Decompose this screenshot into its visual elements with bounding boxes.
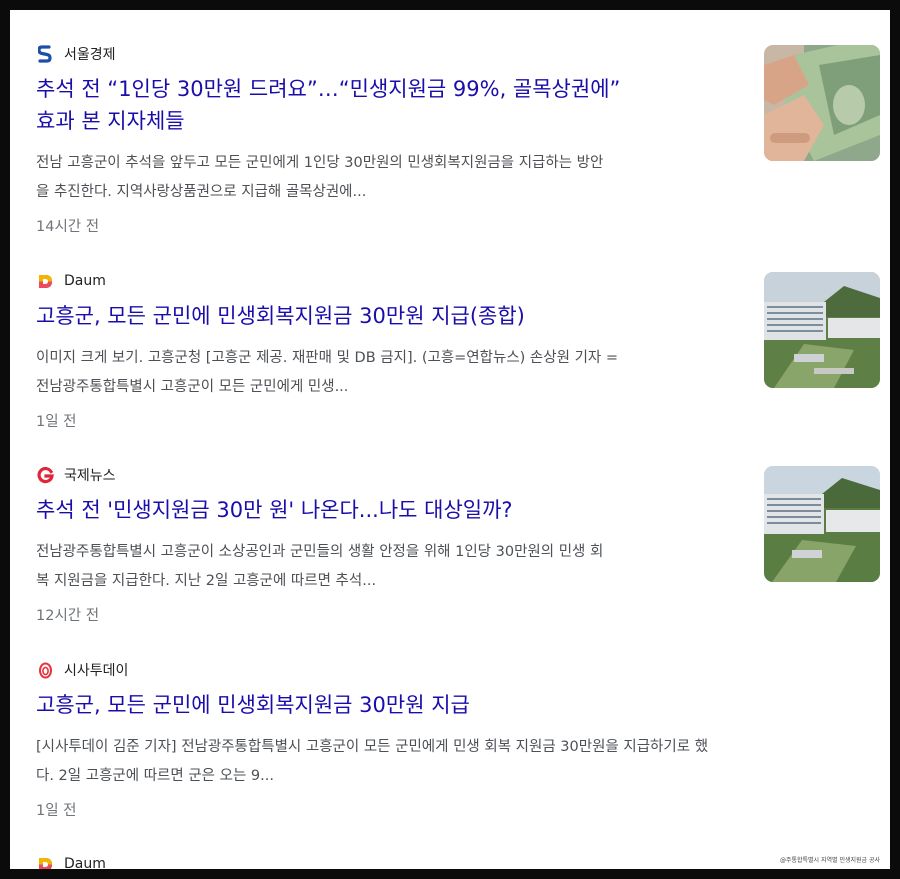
article-title-link[interactable]: 추석 전 “1인당 30만원 드려요”…“민생지원금 99%, 골목상권에” 효… [36, 73, 856, 137]
news-source[interactable]: Daum [36, 270, 856, 292]
snippet-line: [시사투데이 김준 기자] 전남광주통합특별시 고흥군이 모든 군민에게 민생 … [36, 739, 709, 755]
snippet-line: 전남광주통합특별시 고흥군이 소상공인과 군민들의 생활 안정을 위해 1인당 … [36, 544, 604, 560]
article-title-link[interactable]: 고흥군, 모든 군민에 민생회복지원금 30만원 지급 [36, 689, 856, 721]
article-title-line: 고흥군, 모든 군민에 민생회복지원금 30만원 지급 [36, 693, 470, 717]
news-article: 시사투데이 고흥군, 모든 군민에 민생회복지원금 30만원 지급 [시사투데이… [36, 659, 856, 820]
article-title-line: 고흥군, 모든 군민에 민생회복지원금 30만원 지급(종합) [36, 304, 525, 328]
news-article: Daum 고흥군, 모든 군민에 민생회복지원금 30만원 지급(종합) 이미지… [36, 270, 856, 431]
article-snippet: [시사투데이 김준 기자] 전남광주통합특별시 고흥군이 모든 군민에게 민생 … [36, 733, 856, 791]
source-name: 서울경제 [64, 47, 116, 63]
news-article: 국제뉴스 추석 전 '민생지원금 30만 원' 나온다...나도 대상일까? 전… [36, 464, 856, 625]
article-timestamp: 1일 전 [36, 414, 77, 430]
news-results-panel: 서울경제 추석 전 “1인당 30만원 드려요”…“민생지원금 99%, 골목상… [10, 10, 890, 869]
snippet-line: 다. 2일 고흥군에 따르면 군은 오는 9... [36, 768, 274, 784]
source-name: 국제뉴스 [64, 468, 116, 484]
article-thumbnail[interactable]: @주통합특별시 지역별 민생지원금 공사 [764, 852, 880, 869]
article-title-line: 추석 전 “1인당 30만원 드려요”…“민생지원금 99%, 골목상권에” [36, 77, 621, 101]
article-title-line: 추석 전 '민생지원금 30만 원' 나온다...나도 대상일까? [36, 498, 513, 522]
daum-logo-icon [36, 272, 54, 290]
article-thumbnail[interactable] [764, 45, 880, 161]
gukje-news-logo-icon [36, 466, 54, 484]
article-timestamp: 1일 전 [36, 803, 77, 819]
news-source[interactable]: 서울경제 [36, 43, 856, 65]
news-source[interactable]: 국제뉴스 [36, 464, 856, 486]
snippet-line: 복 지원금을 지급한다. 지난 2일 고흥군에 따르면 추석... [36, 573, 377, 589]
seoul-economy-logo-icon [36, 45, 54, 63]
daum-logo-icon [36, 855, 54, 869]
article-title-line: 효과 본 지자체들 [36, 109, 185, 133]
money-photo [764, 45, 880, 161]
source-name: 시사투데이 [64, 663, 129, 679]
sisa-today-logo-icon [36, 661, 54, 679]
news-article: 서울경제 추석 전 “1인당 30만원 드려요”…“민생지원금 99%, 골목상… [36, 43, 856, 236]
article-snippet: 이미지 크게 보기. 고흥군청 [고흥군 제공. 재판매 및 DB 금지]. (… [36, 344, 856, 402]
snippet-line: 전남광주통합특별시 고흥군이 모든 군민에게 민생... [36, 379, 349, 395]
article-thumbnail[interactable] [764, 466, 880, 582]
news-source[interactable]: Daum [36, 853, 856, 869]
news-source[interactable]: 시사투데이 [36, 659, 856, 681]
article-snippet: 전남 고흥군이 추석을 앞두고 모든 군민에게 1인당 30만원의 민생회복지원… [36, 149, 856, 207]
source-name: Daum [64, 856, 106, 869]
county-office-photo [764, 466, 880, 582]
article-thumbnail[interactable] [764, 272, 880, 388]
news-article: Daum [36, 853, 856, 869]
article-title-link[interactable]: 고흥군, 모든 군민에 민생회복지원금 30만원 지급(종합) [36, 300, 856, 332]
snippet-line: 전남 고흥군이 추석을 앞두고 모든 군민에게 1인당 30만원의 민생회복지원… [36, 155, 604, 171]
snippet-line: 이미지 크게 보기. 고흥군청 [고흥군 제공. 재판매 및 DB 금지]. (… [36, 350, 619, 366]
article-snippet: 전남광주통합특별시 고흥군이 소상공인과 군민들의 생활 안정을 위해 1인당 … [36, 538, 856, 596]
source-name: Daum [64, 273, 106, 289]
county-office-photo [764, 272, 880, 388]
article-timestamp: 14시간 전 [36, 219, 100, 235]
article-title-link[interactable]: 추석 전 '민생지원금 30만 원' 나온다...나도 대상일까? [36, 494, 856, 526]
snippet-line: 을 추진한다. 지역사랑상품권으로 지급해 골목상권에... [36, 184, 367, 200]
article-timestamp: 12시간 전 [36, 608, 100, 624]
thumbnail-caption: @주통합특별시 지역별 민생지원금 공사 [779, 857, 880, 864]
